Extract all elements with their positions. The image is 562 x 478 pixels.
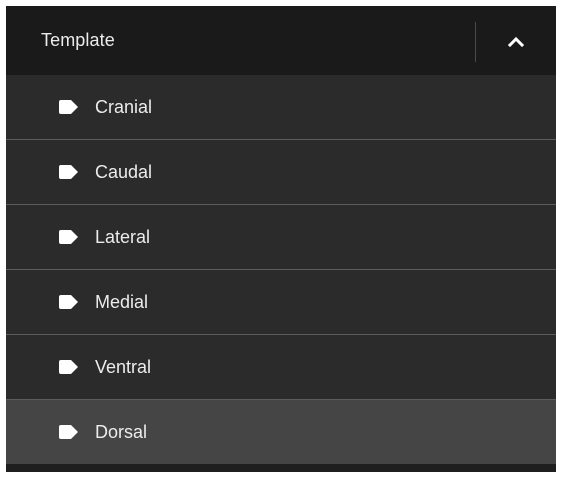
template-list: Cranial Caudal Lateral Medial Ventral Do…	[6, 75, 556, 464]
template-panel: Template Cranial Caudal Lateral Medial V…	[6, 6, 556, 472]
tag-icon	[59, 295, 78, 309]
tag-icon	[59, 100, 78, 114]
list-item-label: Ventral	[95, 357, 152, 377]
list-item-cranial[interactable]: Cranial	[6, 75, 556, 140]
tag-icon	[59, 425, 78, 439]
tag-icon	[59, 165, 78, 179]
list-item-label: Cranial	[95, 97, 153, 117]
list-item-label: Dorsal	[95, 422, 148, 442]
list-item-label: Caudal	[95, 162, 153, 182]
tag-icon	[59, 230, 78, 244]
list-item-dorsal[interactable]: Dorsal	[6, 400, 556, 464]
list-item-ventral[interactable]: Ventral	[6, 335, 556, 400]
list-item-label: Medial	[95, 292, 149, 312]
list-item-medial[interactable]: Medial	[6, 270, 556, 335]
list-item-caudal[interactable]: Caudal	[6, 140, 556, 205]
header-divider	[475, 22, 476, 62]
chevron-up-icon	[507, 36, 525, 47]
tag-icon	[59, 360, 78, 374]
panel-header[interactable]: Template	[6, 6, 556, 75]
list-item-label: Lateral	[95, 227, 151, 247]
panel-title: Template	[41, 30, 115, 50]
list-item-lateral[interactable]: Lateral	[6, 205, 556, 270]
collapse-button[interactable]	[496, 23, 536, 59]
